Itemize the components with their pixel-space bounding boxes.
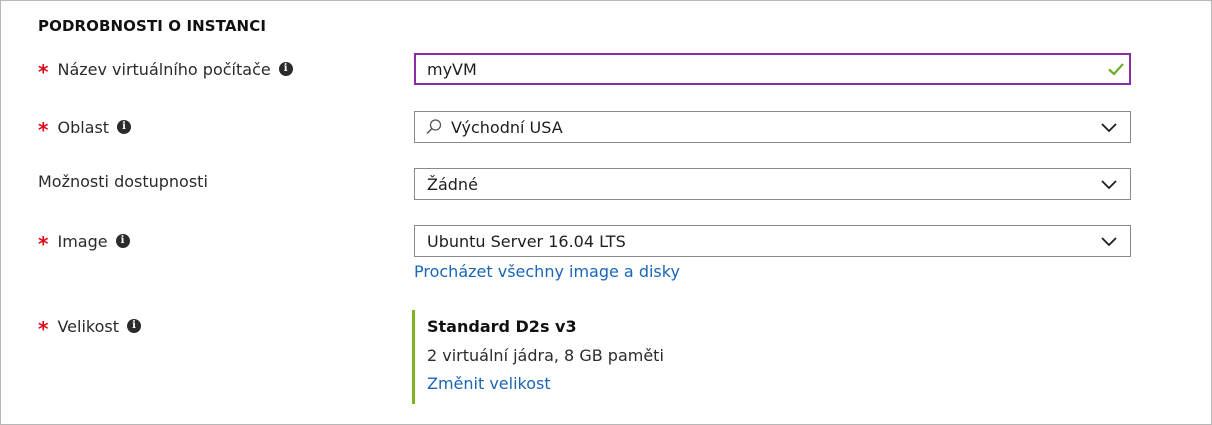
change-size-link[interactable]: Změnit velikost [427,374,551,393]
availability-select[interactable]: Žádné [414,168,1131,200]
size-label-text: Velikost [57,316,119,336]
vm-name-value[interactable]: myVM [416,60,1107,79]
availability-label: Možnosti dostupnosti [38,172,208,191]
chevron-down-icon[interactable] [1100,118,1118,136]
size-label: * Velikost i [38,314,141,341]
info-icon[interactable]: i [127,319,141,333]
region-label-text: Oblast [57,117,110,137]
image-select[interactable]: Ubuntu Server 16.04 LTS [414,225,1131,257]
info-icon[interactable]: i [117,120,132,134]
required-marker: * [38,317,49,341]
required-marker: * [38,232,49,256]
chevron-down-icon[interactable] [1100,175,1118,193]
required-marker: * [38,118,49,142]
size-summary: Standard D2s v3 2 virtuální jádra, 8 GB … [412,310,812,404]
section-title: PODROBNOSTI O INSTANCI [38,17,267,35]
browse-images-link[interactable]: Procházet všechny image a disky [414,262,680,281]
availability-label-text: Možnosti dostupnosti [38,172,208,191]
checkmark-icon [1108,63,1124,76]
availability-value: Žádné [427,174,478,194]
image-value: Ubuntu Server 16.04 LTS [427,231,626,251]
vm-name-input[interactable]: myVM [414,53,1131,85]
region-label: * Oblast i [38,115,132,142]
region-value: Východní USA [451,117,563,137]
vm-name-label-text: Název virtuálního počítače [57,59,271,79]
info-icon[interactable]: i [278,62,293,76]
size-name: Standard D2s v3 [427,317,577,336]
region-select[interactable]: Východní USA [414,111,1131,143]
image-label: * Image i [38,229,130,256]
instance-details-panel: PODROBNOSTI O INSTANCI * Název virtuální… [0,0,1212,425]
info-icon[interactable]: i [115,234,130,248]
image-label-text: Image [57,231,108,251]
chevron-down-icon[interactable] [1100,232,1118,250]
size-description: 2 virtuální jádra, 8 GB paměti [427,346,664,365]
vm-name-label: * Název virtuálního počítače i [38,57,293,84]
required-marker: * [38,60,49,84]
